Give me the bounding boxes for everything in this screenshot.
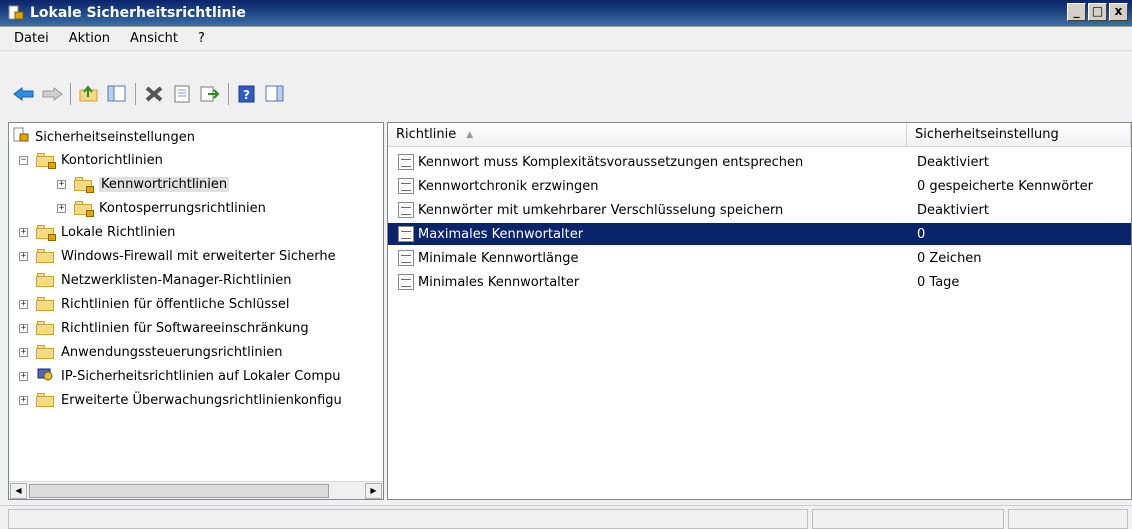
security-policy-app-icon bbox=[8, 5, 24, 21]
toolbar-separator bbox=[228, 83, 229, 105]
tree-item-label: Kontosperrungsrichtlinien bbox=[99, 200, 266, 216]
maximize-button[interactable]: □ bbox=[1088, 3, 1107, 21]
list-item[interactable]: Minimales Kennwortalter 0 Tage bbox=[388, 271, 1131, 293]
policy-icon bbox=[398, 226, 414, 242]
list-item-selected[interactable]: Maximales Kennwortalter 0 bbox=[388, 223, 1131, 245]
policy-icon bbox=[398, 178, 414, 194]
tree-item-softwareeinschraenkung[interactable]: + Richtlinien für Softwareeinschränkung bbox=[19, 317, 309, 339]
expand-icon[interactable]: + bbox=[19, 371, 28, 381]
delete-icon[interactable] bbox=[142, 83, 166, 105]
tree-item-kennwortrichtlinien[interactable]: + Kennwortrichtlinien bbox=[57, 173, 230, 195]
up-folder-icon[interactable] bbox=[77, 83, 101, 105]
column-header-sicherheitseinstellung[interactable]: Sicherheitseinstellung bbox=[907, 123, 1131, 147]
security-settings-icon bbox=[13, 127, 29, 147]
tree-item-label: Anwendungssteuerungsrichtlinien bbox=[61, 344, 283, 360]
status-pane bbox=[812, 509, 1004, 529]
policy-icon bbox=[398, 154, 414, 170]
properties-icon[interactable] bbox=[170, 83, 194, 105]
tree-item-ip-sicherheit[interactable]: + IP-Sicherheitsrichtlinien auf Lokaler … bbox=[19, 365, 340, 387]
status-pane bbox=[1008, 509, 1128, 529]
expand-icon[interactable]: + bbox=[19, 347, 28, 357]
tree-item-netzwerklisten-manager[interactable]: Netzwerklisten-Manager-Richtlinien bbox=[36, 269, 291, 291]
toolbar: ? bbox=[0, 53, 1132, 113]
show-hide-tree-icon[interactable] bbox=[105, 83, 129, 105]
locked-folder-icon bbox=[74, 177, 94, 193]
expand-icon[interactable]: + bbox=[19, 251, 28, 261]
back-arrow-icon[interactable] bbox=[12, 83, 36, 105]
toolbar-separator bbox=[70, 83, 71, 105]
expand-icon[interactable]: + bbox=[19, 227, 28, 237]
status-pane-main bbox=[8, 509, 808, 529]
folder-icon bbox=[36, 345, 54, 359]
tree-item-label: Kontorichtlinien bbox=[61, 152, 163, 168]
title-bar: Lokale Sicherheitsrichtlinie _ □ x bbox=[0, 0, 1132, 27]
list-item[interactable]: Kennwörter mit umkehrbarer Verschlüsselu… bbox=[388, 199, 1131, 221]
menu-ansicht[interactable]: Ansicht bbox=[120, 31, 188, 46]
tree-item-oeffentliche-schluessel[interactable]: + Richtlinien für öffentliche Schlüssel bbox=[19, 293, 290, 315]
folder-icon bbox=[36, 249, 54, 263]
tree-item-kontosperrungsrichtlinien[interactable]: + Kontosperrungsrichtlinien bbox=[57, 197, 266, 219]
expand-icon[interactable]: + bbox=[19, 323, 28, 333]
locked-folder-icon bbox=[36, 153, 56, 169]
minimize-button[interactable]: _ bbox=[1067, 3, 1086, 21]
menu-help[interactable]: ? bbox=[188, 31, 215, 46]
policy-list[interactable]: Richtlinie ▲ Sicherheitseinstellung Kenn… bbox=[387, 122, 1132, 500]
scroll-thumb[interactable] bbox=[29, 484, 329, 498]
tree-item-label: Windows-Firewall mit erweiterter Sicherh… bbox=[61, 248, 336, 264]
forward-arrow-icon[interactable] bbox=[40, 83, 64, 105]
menu-bar: Datei Aktion Ansicht ? bbox=[0, 27, 1132, 51]
expand-icon[interactable]: + bbox=[19, 299, 28, 309]
tree-item-label: Erweiterte Überwachungsrichtlinienkonfig… bbox=[61, 392, 342, 408]
window-title: Lokale Sicherheitsrichtlinie bbox=[30, 5, 246, 21]
toolbar-separator bbox=[135, 83, 136, 105]
menu-aktion[interactable]: Aktion bbox=[59, 31, 120, 46]
list-item[interactable]: Kennwortchronik erzwingen 0 gespeicherte… bbox=[388, 175, 1131, 197]
tree-item-lokale-richtlinien[interactable]: + Lokale Richtlinien bbox=[19, 221, 175, 243]
expand-icon[interactable]: + bbox=[19, 395, 28, 405]
status-bar bbox=[0, 505, 1132, 529]
policy-icon bbox=[398, 250, 414, 266]
tree-item-label: IP-Sicherheitsrichtlinien auf Lokaler Co… bbox=[61, 368, 341, 384]
scroll-left-icon[interactable]: ◀ bbox=[10, 483, 27, 499]
tree-item-label: Sicherheitseinstellungen bbox=[35, 129, 195, 145]
tree-horizontal-scrollbar[interactable]: ◀ ▶ bbox=[9, 481, 383, 499]
tree-item-kontorichtlinien[interactable]: − Kontorichtlinien bbox=[19, 149, 163, 171]
policy-icon bbox=[398, 274, 414, 290]
tree-item-anwendungssteuerung[interactable]: + Anwendungssteuerungsrichtlinien bbox=[19, 341, 282, 363]
tree-pane[interactable]: Sicherheitseinstellungen − Kontorichtlin… bbox=[8, 122, 384, 500]
tree-item-windows-firewall[interactable]: + Windows-Firewall mit erweiterter Siche… bbox=[19, 245, 336, 267]
export-list-icon[interactable] bbox=[198, 83, 222, 105]
collapse-icon[interactable]: − bbox=[19, 155, 28, 165]
locked-folder-icon bbox=[36, 225, 56, 241]
tree-item-label: Richtlinien für Softwareeinschränkung bbox=[61, 320, 309, 336]
column-header-richtlinie[interactable]: Richtlinie ▲ bbox=[388, 123, 907, 147]
sort-ascending-icon: ▲ bbox=[466, 129, 474, 140]
close-button[interactable]: x bbox=[1109, 3, 1128, 21]
folder-icon bbox=[36, 273, 54, 287]
svg-text:?: ? bbox=[243, 88, 250, 102]
tree-item-label: Netzwerklisten-Manager-Richtlinien bbox=[61, 272, 292, 288]
tree-item-label: Richtlinien für öffentliche Schlüssel bbox=[61, 296, 290, 312]
folder-icon bbox=[36, 321, 54, 335]
tree-item-label: Kennwortrichtlinien bbox=[99, 176, 230, 192]
tree-item-sicherheitseinstellungen[interactable]: Sicherheitseinstellungen bbox=[13, 126, 195, 148]
menu-datei[interactable]: Datei bbox=[4, 31, 59, 46]
help-icon[interactable]: ? bbox=[235, 83, 259, 105]
tree-item-label: Lokale Richtlinien bbox=[61, 224, 176, 240]
expand-icon[interactable]: + bbox=[57, 179, 66, 189]
list-item[interactable]: Minimale Kennwortlänge 0 Zeichen bbox=[388, 247, 1131, 269]
folder-icon bbox=[36, 393, 54, 407]
list-item[interactable]: Kennwort muss Komplexitätsvoraussetzunge… bbox=[388, 151, 1131, 173]
tree-item-erweiterte-ueberwachung[interactable]: + Erweiterte Überwachungsrichtlinienkonf… bbox=[19, 389, 342, 411]
show-hide-action-pane-icon[interactable] bbox=[263, 83, 287, 105]
policy-icon bbox=[398, 202, 414, 218]
scroll-right-icon[interactable]: ▶ bbox=[365, 483, 382, 499]
folder-icon bbox=[36, 297, 54, 311]
expand-icon[interactable]: + bbox=[57, 203, 66, 213]
locked-folder-icon bbox=[74, 201, 94, 217]
ip-security-icon bbox=[36, 366, 54, 386]
